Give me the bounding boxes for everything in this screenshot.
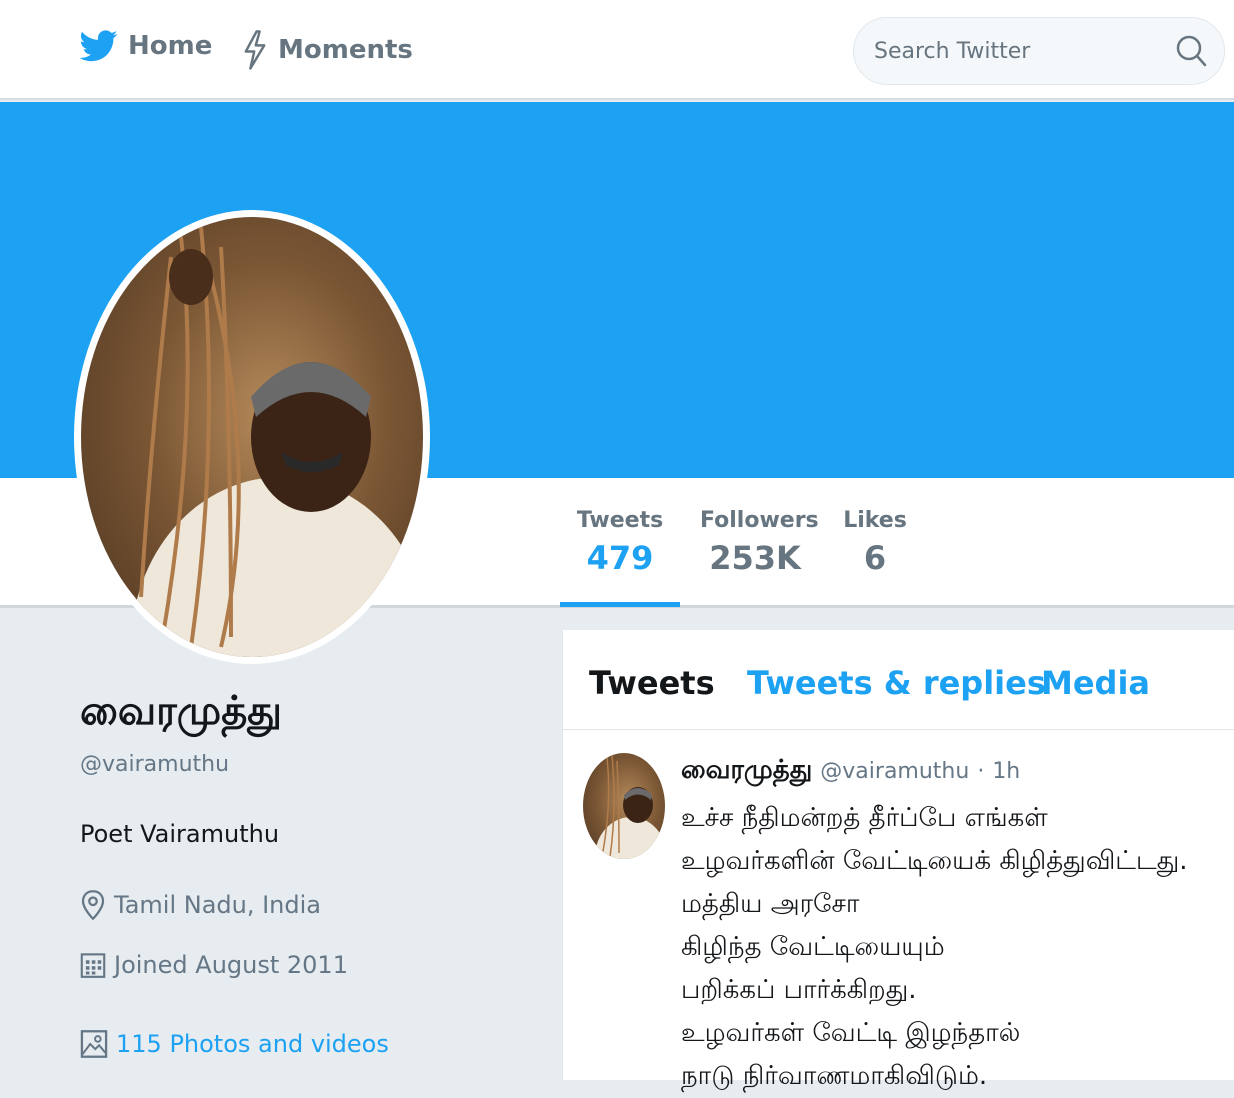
- tweet-text-line: கிழிந்த வேட்டியையும்: [681, 932, 945, 962]
- nav-home[interactable]: Home: [80, 30, 212, 62]
- tweet-text-line: நாடு நிர்வாணமாகிவிடும்.: [681, 1061, 988, 1091]
- profile-avatar[interactable]: [74, 210, 430, 664]
- calendar-icon: [80, 953, 106, 978]
- tweet-author-handle[interactable]: @vairamuthu: [820, 759, 969, 784]
- profile-handle[interactable]: @vairamuthu: [80, 752, 229, 777]
- nav-home-label: Home: [128, 31, 213, 61]
- tweet-avatar-illustration: [595, 755, 665, 859]
- tweet-text-line: உழவர்கள் வேட்டி இழந்தால்: [681, 1018, 1021, 1048]
- nav-moments-label: Moments: [278, 35, 413, 65]
- stat-likes-value: 6: [863, 539, 887, 577]
- profile-location: Tamil Nadu, India: [80, 890, 321, 920]
- tweet-text: உச்ச நீதிமன்றத் தீர்ப்பே எங்கள் உழவர்களி…: [681, 797, 1231, 1098]
- profile-bio: Poet Vairamuthu: [80, 820, 280, 848]
- tweet-author-name[interactable]: வைரமுத்து: [681, 755, 812, 788]
- lightning-bolt-icon: [244, 30, 266, 70]
- tweet-separator: ·: [977, 759, 985, 784]
- profile-location-text: Tamil Nadu, India: [114, 891, 321, 919]
- profile-photo-illustration: [131, 226, 423, 657]
- top-navigation-bar: Home Moments: [0, 0, 1234, 100]
- stat-likes[interactable]: Likes 6: [830, 508, 920, 577]
- tweet-text-line: உழவர்களின் வேட்டியைக் கிழித்துவிட்டது.: [681, 846, 1188, 876]
- tweet-avatar[interactable]: [583, 753, 665, 859]
- stat-followers-value: 253K: [709, 539, 801, 577]
- photos-and-videos-link[interactable]: 115 Photos and videos: [80, 1028, 389, 1060]
- tweet-text-line: மத்திய அரசோ: [681, 889, 860, 919]
- profile-name[interactable]: வைரமுத்து: [80, 688, 282, 739]
- search-icon[interactable]: [1174, 34, 1208, 68]
- search-box: [853, 17, 1225, 85]
- tab-tweets-and-replies[interactable]: Tweets & replies: [747, 664, 1046, 702]
- location-pin-icon: [81, 890, 105, 920]
- profile-joined: Joined August 2011: [80, 950, 348, 980]
- tab-tweets[interactable]: Tweets: [589, 664, 715, 702]
- stat-tweets-value: 479: [586, 539, 654, 577]
- tweet-text-line: உச்ச நீதிமன்றத் தீர்ப்பே எங்கள்: [681, 803, 1048, 833]
- tab-media[interactable]: Media: [1041, 664, 1150, 702]
- timeline-panel: Tweets Tweets & replies Media வைரமுத்து …: [562, 630, 1234, 1091]
- stat-followers-label: Followers: [700, 508, 819, 533]
- nav-moments[interactable]: Moments: [242, 30, 413, 70]
- profile-joined-text: Joined August 2011: [114, 951, 348, 979]
- tweet-timestamp[interactable]: 1h: [992, 759, 1020, 784]
- stat-likes-label: Likes: [843, 508, 907, 533]
- stat-tweets-label: Tweets: [576, 508, 664, 533]
- timeline-tabs: Tweets Tweets & replies Media: [563, 630, 1234, 730]
- photos-and-videos-label: 115 Photos and videos: [116, 1030, 389, 1058]
- stat-followers[interactable]: Followers 253K: [700, 508, 819, 577]
- search-input[interactable]: [874, 34, 1154, 68]
- stat-tweets[interactable]: Tweets 479: [560, 508, 680, 577]
- image-icon: [80, 1030, 108, 1058]
- tweet-header: வைரமுத்து @vairamuthu · 1h: [681, 755, 1020, 788]
- active-stat-underline: [560, 602, 680, 607]
- twitter-bird-icon: [80, 30, 118, 62]
- profile-photo: [81, 217, 423, 657]
- tweet-item[interactable]: வைரமுத்து @vairamuthu · 1h உச்ச நீதிமன்ற…: [563, 731, 1234, 1091]
- tweet-text-line: பறிக்கப் பார்க்கிறது.: [681, 975, 917, 1005]
